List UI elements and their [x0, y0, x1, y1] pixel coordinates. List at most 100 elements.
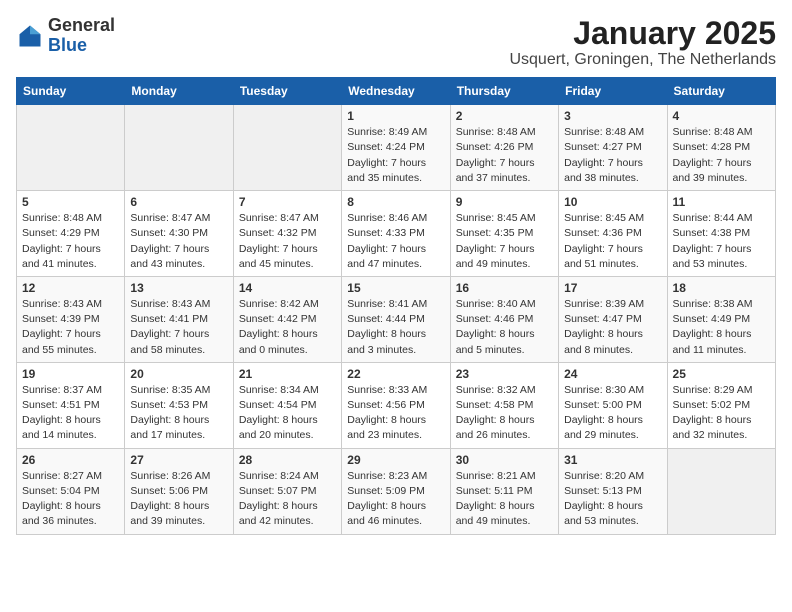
day-info: Sunrise: 8:26 AM Sunset: 5:06 PM Dayligh… — [130, 469, 227, 530]
day-number: 7 — [239, 195, 336, 209]
day-info: Sunrise: 8:48 AM Sunset: 4:29 PM Dayligh… — [22, 211, 119, 272]
day-info: Sunrise: 8:42 AM Sunset: 4:42 PM Dayligh… — [239, 297, 336, 358]
calendar-cell: 29 Sunrise: 8:23 AM Sunset: 5:09 PM Dayli… — [342, 448, 450, 534]
day-info: Sunrise: 8:48 AM Sunset: 4:26 PM Dayligh… — [456, 125, 553, 186]
day-info: Sunrise: 8:23 AM Sunset: 5:09 PM Dayligh… — [347, 469, 444, 530]
day-info: Sunrise: 8:46 AM Sunset: 4:33 PM Dayligh… — [347, 211, 444, 272]
calendar-cell: 10 Sunrise: 8:45 AM Sunset: 4:36 PM Dayli… — [559, 191, 667, 277]
day-number: 14 — [239, 281, 336, 295]
weekday-header-tuesday: Tuesday — [233, 78, 341, 105]
day-info: Sunrise: 8:44 AM Sunset: 4:38 PM Dayligh… — [673, 211, 770, 272]
day-number: 10 — [564, 195, 661, 209]
calendar-cell: 12Sunrise: 8:43 AM Sunset: 4:39 PM Dayli… — [17, 276, 125, 362]
day-info: Sunrise: 8:35 AM Sunset: 4:53 PM Dayligh… — [130, 383, 227, 444]
calendar-cell: 24 Sunrise: 8:30 AM Sunset: 5:00 PM Dayli… — [559, 362, 667, 448]
day-number: 22 — [347, 367, 444, 381]
day-number: 23 — [456, 367, 553, 381]
weekday-header-saturday: Saturday — [667, 78, 775, 105]
day-info: Sunrise: 8:33 AM Sunset: 4:56 PM Dayligh… — [347, 383, 444, 444]
day-info: Sunrise: 8:32 AM Sunset: 4:58 PM Dayligh… — [456, 383, 553, 444]
day-info: Sunrise: 8:24 AM Sunset: 5:07 PM Dayligh… — [239, 469, 336, 530]
weekday-header-thursday: Thursday — [450, 78, 558, 105]
day-number: 8 — [347, 195, 444, 209]
day-number: 21 — [239, 367, 336, 381]
day-number: 25 — [673, 367, 770, 381]
calendar-cell: 17Sunrise: 8:39 AM Sunset: 4:47 PM Dayli… — [559, 276, 667, 362]
calendar-cell: 9 Sunrise: 8:45 AM Sunset: 4:35 PM Daylig… — [450, 191, 558, 277]
day-info: Sunrise: 8:47 AM Sunset: 4:30 PM Dayligh… — [130, 211, 227, 272]
day-info: Sunrise: 8:30 AM Sunset: 5:00 PM Dayligh… — [564, 383, 661, 444]
calendar-cell: 19Sunrise: 8:37 AM Sunset: 4:51 PM Dayli… — [17, 362, 125, 448]
calendar-cell: 21 Sunrise: 8:34 AM Sunset: 4:54 PM Dayli… — [233, 362, 341, 448]
calendar-cell: 13 Sunrise: 8:43 AM Sunset: 4:41 PM Dayli… — [125, 276, 233, 362]
calendar-cell: 7Sunrise: 8:47 AM Sunset: 4:32 PM Daylig… — [233, 191, 341, 277]
calendar-week-2: 5 Sunrise: 8:48 AM Sunset: 4:29 PM Daylig… — [17, 191, 776, 277]
day-info: Sunrise: 8:45 AM Sunset: 4:35 PM Dayligh… — [456, 211, 553, 272]
calendar-cell: 4Sunrise: 8:48 AM Sunset: 4:28 PM Daylig… — [667, 105, 775, 191]
day-info: Sunrise: 8:43 AM Sunset: 4:39 PM Dayligh… — [22, 297, 119, 358]
day-info: Sunrise: 8:34 AM Sunset: 4:54 PM Dayligh… — [239, 383, 336, 444]
day-number: 5 — [22, 195, 119, 209]
day-number: 9 — [456, 195, 553, 209]
day-number: 1 — [347, 109, 444, 123]
calendar-cell: 1 Sunrise: 8:49 AM Sunset: 4:24 PM Daylig… — [342, 105, 450, 191]
calendar-cell: 3Sunrise: 8:48 AM Sunset: 4:27 PM Daylig… — [559, 105, 667, 191]
calendar-week-1: 1 Sunrise: 8:49 AM Sunset: 4:24 PM Daylig… — [17, 105, 776, 191]
day-info: Sunrise: 8:49 AM Sunset: 4:24 PM Dayligh… — [347, 125, 444, 186]
day-info: Sunrise: 8:29 AM Sunset: 5:02 PM Dayligh… — [673, 383, 770, 444]
weekday-header-sunday: Sunday — [17, 78, 125, 105]
calendar-cell: 28 Sunrise: 8:24 AM Sunset: 5:07 PM Dayli… — [233, 448, 341, 534]
day-number: 31 — [564, 453, 661, 467]
calendar-subtitle: Usquert, Groningen, The Netherlands — [509, 51, 776, 69]
calendar-cell: 8 Sunrise: 8:46 AM Sunset: 4:33 PM Daylig… — [342, 191, 450, 277]
weekday-header-wednesday: Wednesday — [342, 78, 450, 105]
weekday-header-row: SundayMondayTuesdayWednesdayThursdayFrid… — [17, 78, 776, 105]
calendar-cell — [125, 105, 233, 191]
day-number: 15 — [347, 281, 444, 295]
day-number: 19 — [22, 367, 119, 381]
calendar-cell: 5 Sunrise: 8:48 AM Sunset: 4:29 PM Daylig… — [17, 191, 125, 277]
day-number: 16 — [456, 281, 553, 295]
day-number: 29 — [347, 453, 444, 467]
calendar-cell: 30 Sunrise: 8:21 AM Sunset: 5:11 PM Dayli… — [450, 448, 558, 534]
calendar-week-4: 19Sunrise: 8:37 AM Sunset: 4:51 PM Dayli… — [17, 362, 776, 448]
day-info: Sunrise: 8:21 AM Sunset: 5:11 PM Dayligh… — [456, 469, 553, 530]
calendar-cell: 22 Sunrise: 8:33 AM Sunset: 4:56 PM Dayli… — [342, 362, 450, 448]
day-number: 13 — [130, 281, 227, 295]
calendar-cell: 2 Sunrise: 8:48 AM Sunset: 4:26 PM Daylig… — [450, 105, 558, 191]
day-info: Sunrise: 8:38 AM Sunset: 4:49 PM Dayligh… — [673, 297, 770, 358]
day-number: 6 — [130, 195, 227, 209]
day-number: 30 — [456, 453, 553, 467]
day-number: 2 — [456, 109, 553, 123]
calendar-cell: 31 Sunrise: 8:20 AM Sunset: 5:13 PM Dayli… — [559, 448, 667, 534]
calendar-cell: 18 Sunrise: 8:38 AM Sunset: 4:49 PM Dayli… — [667, 276, 775, 362]
logo-blue-text: Blue — [48, 35, 87, 55]
day-info: Sunrise: 8:45 AM Sunset: 4:36 PM Dayligh… — [564, 211, 661, 272]
day-info: Sunrise: 8:40 AM Sunset: 4:46 PM Dayligh… — [456, 297, 553, 358]
calendar-week-5: 26Sunrise: 8:27 AM Sunset: 5:04 PM Dayli… — [17, 448, 776, 534]
title-block: January 2025 Usquert, Groningen, The Net… — [509, 16, 776, 69]
day-number: 17 — [564, 281, 661, 295]
calendar-cell: 23 Sunrise: 8:32 AM Sunset: 4:58 PM Dayli… — [450, 362, 558, 448]
logo: General Blue — [16, 16, 115, 56]
day-number: 18 — [673, 281, 770, 295]
day-number: 24 — [564, 367, 661, 381]
day-info: Sunrise: 8:27 AM Sunset: 5:04 PM Dayligh… — [22, 469, 119, 530]
calendar-cell: 20 Sunrise: 8:35 AM Sunset: 4:53 PM Dayli… — [125, 362, 233, 448]
calendar-cell: 15 Sunrise: 8:41 AM Sunset: 4:44 PM Dayli… — [342, 276, 450, 362]
day-number: 11 — [673, 195, 770, 209]
weekday-header-friday: Friday — [559, 78, 667, 105]
weekday-header-monday: Monday — [125, 78, 233, 105]
day-number: 20 — [130, 367, 227, 381]
day-info: Sunrise: 8:41 AM Sunset: 4:44 PM Dayligh… — [347, 297, 444, 358]
day-number: 4 — [673, 109, 770, 123]
calendar-cell — [233, 105, 341, 191]
calendar-cell: 27Sunrise: 8:26 AM Sunset: 5:06 PM Dayli… — [125, 448, 233, 534]
logo-icon — [16, 22, 44, 50]
calendar-cell: 6 Sunrise: 8:47 AM Sunset: 4:30 PM Daylig… — [125, 191, 233, 277]
day-number: 28 — [239, 453, 336, 467]
calendar-cell — [17, 105, 125, 191]
calendar-cell: 26Sunrise: 8:27 AM Sunset: 5:04 PM Dayli… — [17, 448, 125, 534]
day-info: Sunrise: 8:20 AM Sunset: 5:13 PM Dayligh… — [564, 469, 661, 530]
day-info: Sunrise: 8:43 AM Sunset: 4:41 PM Dayligh… — [130, 297, 227, 358]
